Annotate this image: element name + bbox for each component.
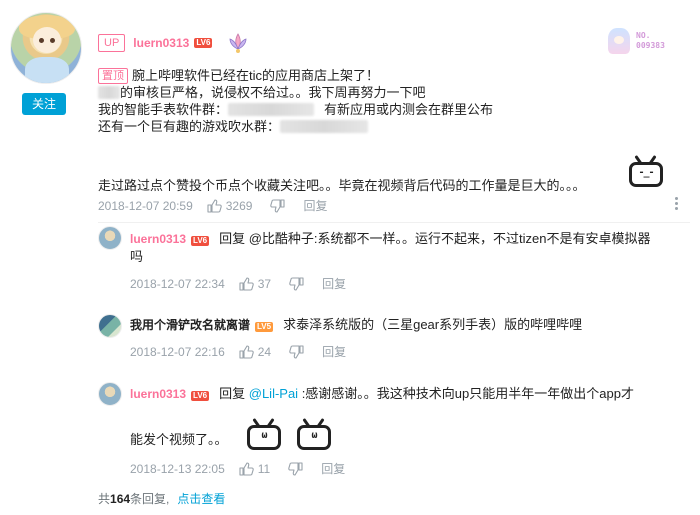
thumbs-down-icon: [289, 344, 304, 359]
reply-username[interactable]: luern0313: [130, 232, 186, 246]
reply-item: luern0313 LV6 回复 @Lil-Pai :感谢感谢。。我这种技术向up只…: [130, 384, 634, 404]
reply-button[interactable]: 回复: [322, 343, 346, 360]
bilibili-tv-emote-icon: ω: [246, 418, 282, 450]
reply-prefix: 回复 @比酷种子:: [219, 231, 318, 246]
like-count: 11: [257, 461, 271, 476]
follow-button[interactable]: 关注: [22, 93, 66, 115]
commenter-avatar[interactable]: [10, 12, 82, 84]
bilibili-tv-emote-icon: ω: [296, 418, 332, 450]
level-badge: LV5: [255, 322, 274, 332]
thumbs-up-icon: [207, 198, 222, 213]
reply-avatar[interactable]: [98, 314, 122, 338]
reply-text-continued: 吗: [130, 249, 144, 264]
comment-time: 2018-12-07 20:59: [98, 198, 193, 213]
comment-line-3b: 有新应用或内测会在群里公布: [324, 102, 494, 117]
comment-body: 置顶 腕上哔哩软件已经在tic的应用商店上架了！ 的审核巨严格，说侵权不给过。。我…: [98, 67, 658, 135]
like-button[interactable]: 37: [239, 277, 271, 291]
reply-text: 系统都不一样。。运行不起来，不过tizen不是有安卓模拟器: [317, 231, 651, 246]
reply-count-suffix: 条回复,: [130, 492, 170, 506]
up-badge: UP: [98, 34, 126, 52]
reply-meta: 2018-12-07 22:34 37 回复: [130, 275, 346, 292]
mention-link[interactable]: @Lil-Pai: [249, 386, 298, 401]
reply-item: 我用个滑铲改名就离谱 LV5 求泰泽系统版的（三星gear系列手表）版的哔哩哔哩: [130, 315, 582, 335]
comment-line-3a: 我的智能手表软件群：: [98, 102, 229, 117]
lotus-medal-icon: [226, 31, 250, 55]
like-count: 24: [257, 344, 272, 359]
blurred-text: [98, 86, 120, 99]
reply-username[interactable]: 我用个滑铲改名就离谱: [130, 318, 250, 332]
dislike-button[interactable]: [288, 461, 303, 476]
comment-line-5: 走过路过点个赞投个币点个收藏关注吧。。毕竟在视频背后代码的工作量是巨大的。。。: [98, 178, 586, 193]
more-options-icon[interactable]: [675, 197, 679, 213]
level-badge: LV6: [191, 391, 210, 401]
view-all-replies-link[interactable]: 点击查看: [177, 492, 225, 506]
pinned-badge: 置顶: [98, 68, 128, 84]
reply-summary: 共164条回复, 点击查看: [98, 490, 225, 507]
fan-number-badge: NO. 009383: [608, 28, 665, 54]
thumbs-up-icon: [239, 461, 254, 476]
reply-username[interactable]: luern0313: [130, 387, 186, 401]
dislike-button[interactable]: [289, 276, 304, 291]
reply-text: 求泰泽系统版的（三星gear系列手表）版的哔哩哔哩: [283, 317, 583, 332]
thumbs-down-icon: [289, 276, 304, 291]
fan-badge-label: NO.: [636, 31, 651, 40]
thumbs-up-icon: [239, 344, 254, 359]
comment-header: UP luern0313 LV6: [98, 33, 250, 53]
reply-meta: 2018-12-07 22:16 24 回复: [130, 343, 346, 360]
thumbs-up-icon: [239, 276, 254, 291]
fan-badge-avatar-icon: [608, 28, 630, 54]
thumbs-down-icon: [270, 198, 286, 213]
reply-count: 164: [110, 492, 131, 506]
reply-time: 2018-12-07 22:34: [130, 276, 225, 291]
reply-count-prefix: 共: [98, 492, 111, 506]
bilibili-tv-emote-icon: -_-: [628, 155, 664, 187]
divider: [98, 222, 690, 223]
reply-avatar[interactable]: [98, 382, 122, 406]
dislike-button[interactable]: [270, 198, 286, 213]
blurred-text: [228, 103, 315, 116]
level-badge: LV6: [194, 38, 213, 48]
like-button[interactable]: 11: [239, 462, 270, 476]
comment-line-2: 的审核巨严格，说侵权不给过。。我下周再努力一下吧: [120, 85, 426, 100]
reply-text-continued: 能发个视频了。。: [130, 432, 228, 447]
thumbs-down-icon: [288, 461, 303, 476]
level-badge: LV6: [191, 236, 210, 246]
like-button[interactable]: 24: [239, 345, 271, 359]
reply-meta: 2018-12-13 22:05 11 回复: [130, 460, 345, 477]
reply-button[interactable]: 回复: [321, 460, 345, 477]
like-button[interactable]: 3269: [207, 198, 253, 213]
reply-avatar[interactable]: [98, 226, 122, 250]
blurred-text: [280, 120, 369, 133]
like-count: 37: [257, 276, 272, 291]
comment-line-4: 还有一个巨有趣的游戏吹水群：: [98, 119, 281, 134]
like-count: 3269: [225, 198, 253, 213]
reply-button[interactable]: 回复: [322, 275, 346, 292]
reply-time: 2018-12-07 22:16: [130, 344, 225, 359]
comment-line-1: 腕上哔哩软件已经在tic的应用商店上架了！: [132, 68, 380, 83]
fan-badge-number: 009383: [636, 41, 665, 50]
comment-meta: 2018-12-07 20:59 3269 回复: [98, 197, 327, 214]
reply-text: :感谢感谢。。我这种技术向up只能用半年一年做出个app才: [298, 386, 634, 401]
reply-time: 2018-12-13 22:05: [130, 461, 225, 476]
reply-item: luern0313 LV6 回复 @比酷种子:系统都不一样。。运行不起来，不过tiz…: [130, 229, 651, 249]
dislike-button[interactable]: [289, 344, 304, 359]
commenter-username[interactable]: luern0313: [133, 36, 189, 50]
reply-button[interactable]: 回复: [303, 197, 327, 214]
reply-prefix: 回复: [219, 386, 249, 401]
